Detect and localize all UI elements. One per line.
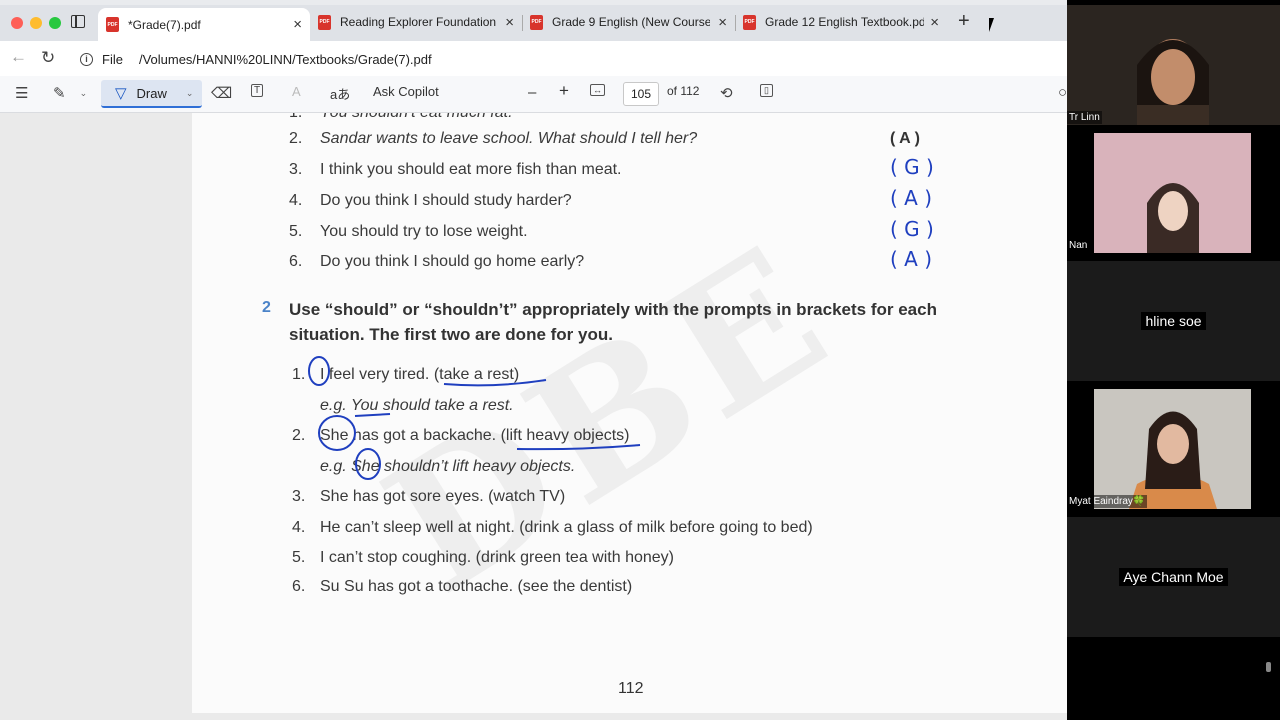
participant-tile[interactable]: Myat Eaindray🍀 <box>1067 389 1280 509</box>
ink-underline-icon <box>443 379 547 387</box>
participant-video <box>1067 389 1280 509</box>
ink-underline-icon <box>516 444 641 451</box>
participant-name: Myat Eaindray🍀 <box>1067 495 1148 508</box>
participant-name: Tr Linn <box>1067 111 1102 124</box>
participant-tile[interactable]: Aye Chann Moe <box>1067 517 1280 637</box>
participant-video <box>1067 5 1280 125</box>
participant-name: Nan <box>1067 239 1090 252</box>
ink-circle-icon <box>318 415 356 451</box>
participant-name: Aye Chann Moe <box>1119 568 1228 586</box>
page-footer-number: 112 <box>618 680 644 697</box>
ink-underline-icon <box>354 413 391 417</box>
participant-tile[interactable]: Nan <box>1067 133 1280 253</box>
participant-name: hline soe <box>1141 312 1206 330</box>
ink-circle-icon <box>308 356 330 386</box>
participant-tile[interactable]: hline soe <box>1067 261 1280 381</box>
participant-tile[interactable]: Tr Linn <box>1067 5 1280 125</box>
ink-annotations <box>308 356 641 480</box>
participant-video <box>1067 133 1280 253</box>
scrollbar-thumb[interactable] <box>1266 662 1271 672</box>
ink-circle-icon <box>355 448 381 480</box>
